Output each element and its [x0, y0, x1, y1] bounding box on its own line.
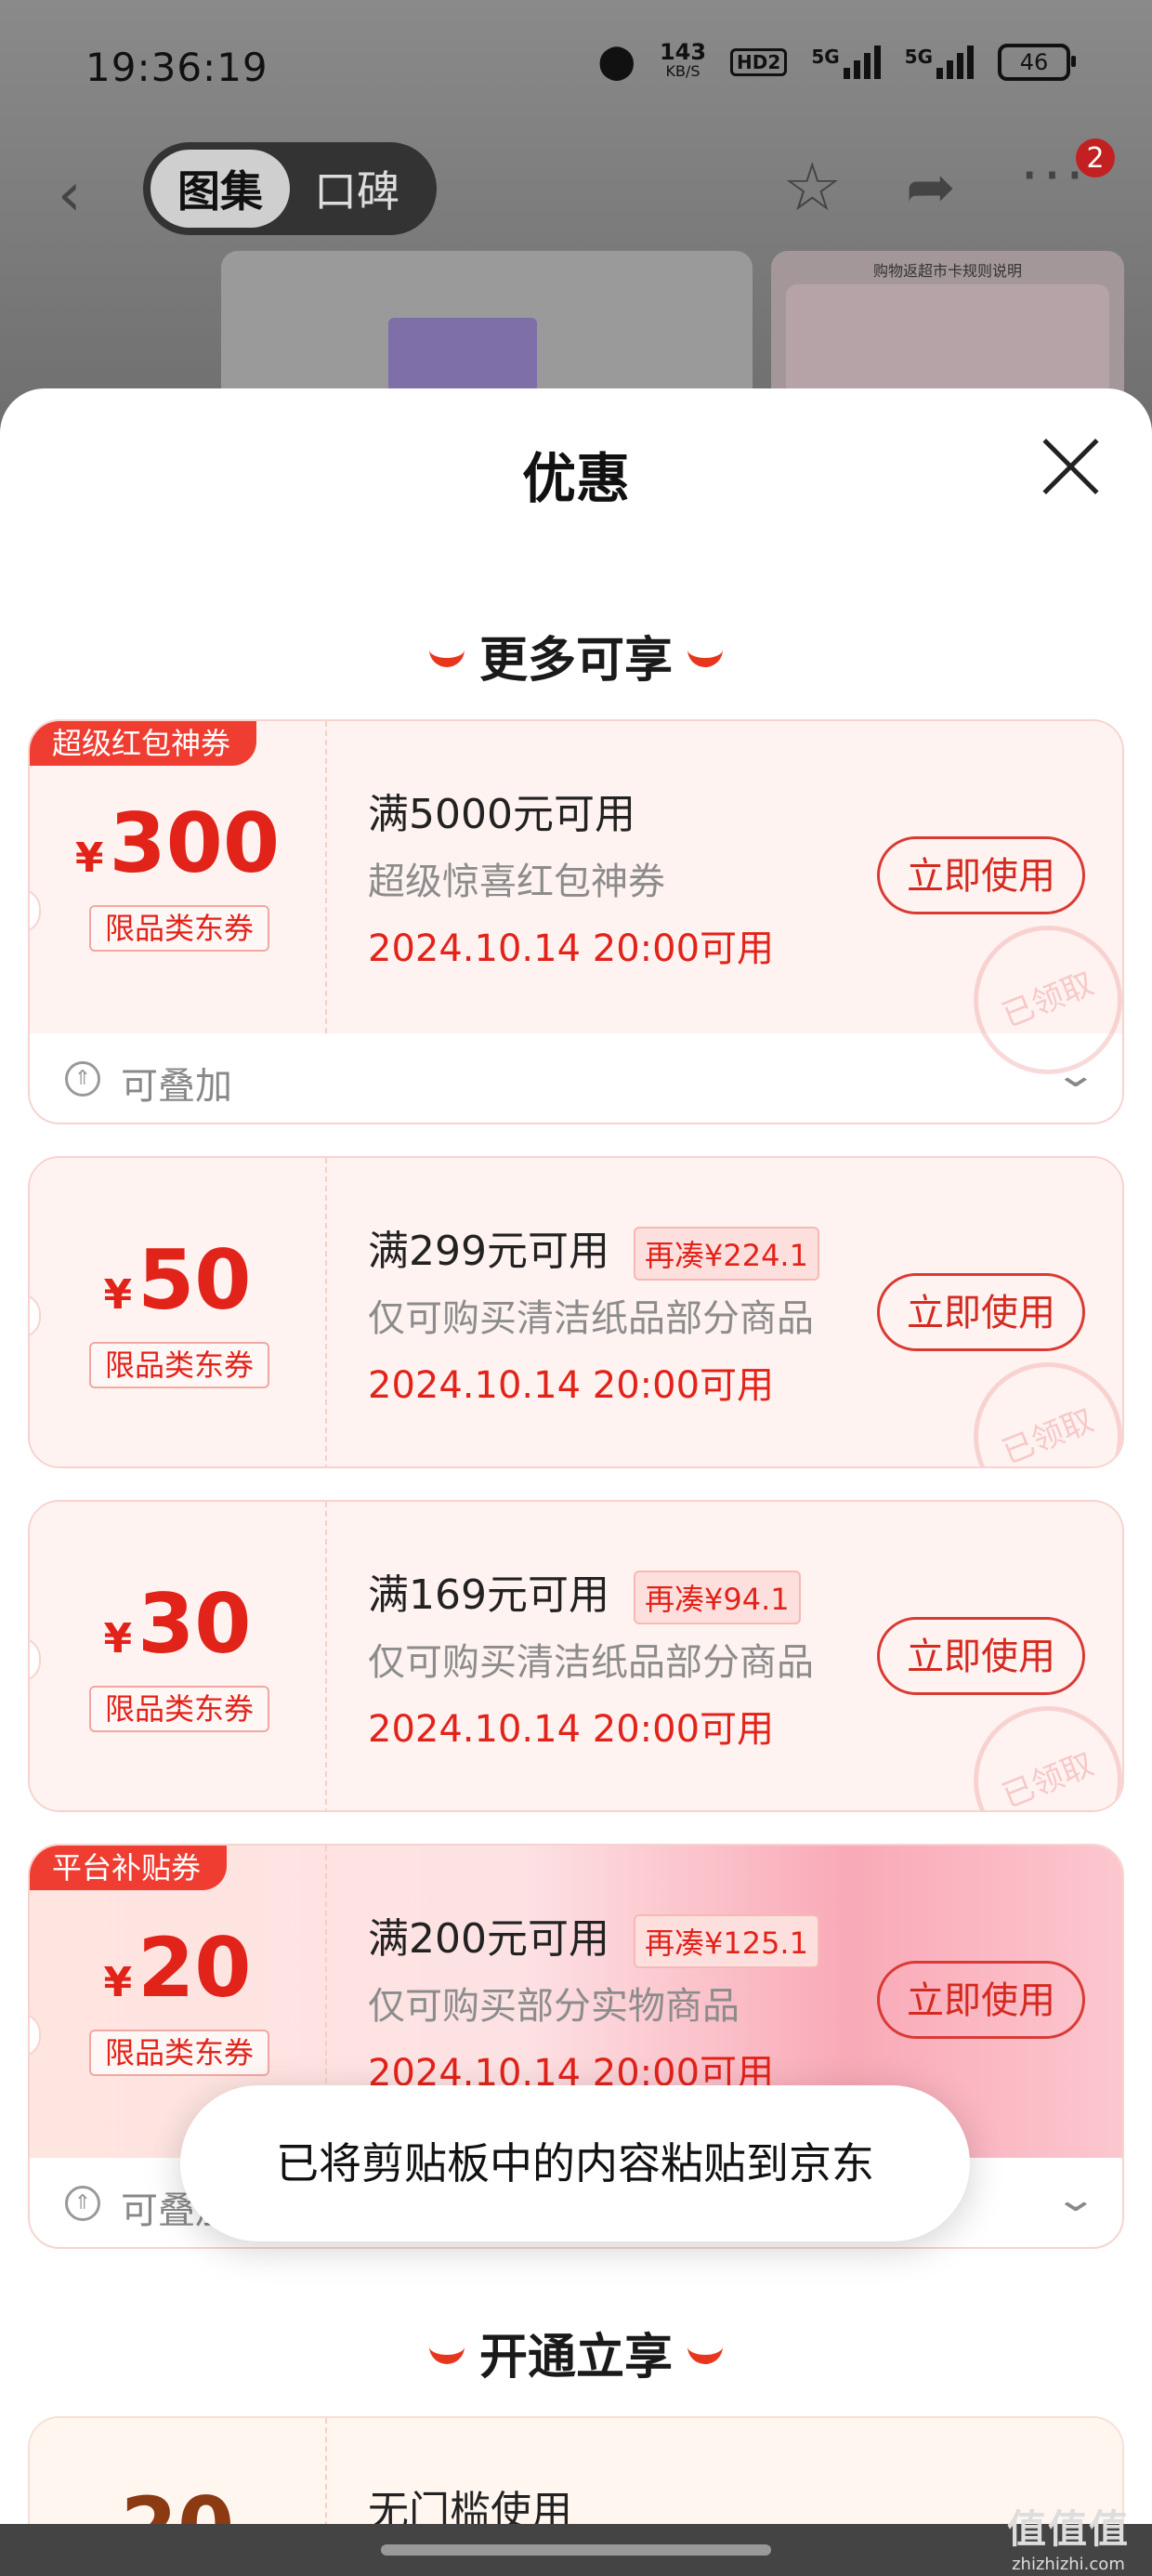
- condition-text: 满5000元可用: [368, 791, 635, 838]
- coupon-ribbon: 超级红包神券: [30, 721, 257, 766]
- coupon-desc: 超级惊喜红包神券: [368, 861, 665, 903]
- smile-icon: [428, 641, 465, 667]
- condition-text: 满299元可用: [368, 1228, 609, 1275]
- coupon-desc: 仅可购买部分实物商品: [368, 1985, 740, 2028]
- use-now-button[interactable]: 立即使用: [877, 1617, 1085, 1695]
- coupon-amount: ¥20: [30, 1920, 325, 2016]
- product-package: [388, 318, 537, 392]
- amount-value: 50: [137, 1232, 252, 1328]
- speed-value: 143: [659, 39, 707, 65]
- coupon-body: ¥30 限品类东券 满169元可用 再凑¥94.1 仅可购买清洁纸品部分商品 20…: [30, 1502, 1122, 1810]
- use-now-button[interactable]: 立即使用: [877, 1961, 1085, 2039]
- view-switch: 图集 口碑: [143, 142, 437, 235]
- coupon-limit-tag: 限品类东券: [89, 1342, 269, 1388]
- coupon-limit-tag: 限品类东券: [89, 905, 269, 952]
- sheet-title: 优惠: [521, 447, 630, 510]
- claimed-stamp: 已领取: [950, 1339, 1122, 1466]
- coupon-body: ¥50 限品类东券 满299元可用 再凑¥224.1 仅可购买清洁纸品部分商品 2…: [30, 1158, 1122, 1466]
- section-title: 更多可享: [478, 633, 673, 689]
- notification-badge: 2: [1076, 138, 1115, 177]
- condition-text: 满169元可用: [368, 1571, 609, 1619]
- remaining-tag: 再凑¥125.1: [633, 1914, 819, 1968]
- battery-icon: 46: [998, 43, 1076, 81]
- coupon-ribbon: 平台补贴券: [30, 1846, 228, 1890]
- coupon-footer[interactable]: ⇑ 可叠加 ⌄: [30, 1033, 1122, 1123]
- amount-value: 300: [109, 795, 281, 891]
- signal-bars-icon: [936, 45, 974, 79]
- condition-text: 满200元可用: [368, 1915, 609, 1963]
- coupon-amount: ¥30: [30, 1576, 325, 1672]
- network-speed: 143 KB/S: [659, 39, 707, 81]
- status-bar: 19:36:19 ⬤ 143 KB/S HD2 5G 5G 46: [0, 0, 1152, 130]
- signal-1: 5G: [811, 45, 881, 79]
- coupon-amount: ¥300: [30, 795, 325, 891]
- amount-value: 30: [137, 1576, 252, 1672]
- coupon-amount: ¥50: [30, 1232, 325, 1328]
- hd-icon: HD2: [730, 47, 788, 76]
- watermark-logo: 值值值 zhizhizhi.com: [1007, 2498, 1130, 2574]
- coupon-limit-tag: 限品类东券: [89, 2030, 269, 2076]
- section-title: 开通立享: [478, 2330, 673, 2385]
- coupon-date: 2024.10.14 20:00可用: [368, 927, 775, 970]
- currency: ¥: [103, 1959, 133, 2006]
- use-now-button[interactable]: 立即使用: [877, 836, 1085, 914]
- share-icon[interactable]: ➦: [906, 153, 956, 222]
- currency: ¥: [103, 1615, 133, 1663]
- promo-image-title: 购物返超市卡规则说明: [872, 262, 1022, 280]
- coupon-card: ¥30 限品类东券 满169元可用 再凑¥94.1 仅可购买清洁纸品部分商品 20…: [28, 1500, 1124, 1812]
- home-indicator[interactable]: [381, 2544, 771, 2556]
- coupon-condition: 满200元可用 再凑¥125.1: [368, 1905, 819, 1968]
- remaining-tag: 再凑¥224.1: [633, 1227, 819, 1281]
- signal-2: 5G: [904, 45, 974, 79]
- currency: ¥: [74, 835, 104, 882]
- watermark-text: 值值值: [1006, 2506, 1130, 2552]
- clipboard-toast: 已将剪贴板中的内容粘贴到京东: [180, 2085, 970, 2241]
- promo-image-card: [786, 284, 1109, 396]
- claimed-stamp: 已领取: [950, 1683, 1122, 1810]
- coupon-body: 超级红包神券 ¥300 限品类东券 满5000元可用 超级惊喜红包神券 2024…: [30, 721, 1122, 1097]
- stack-icon: ⇑: [65, 2186, 100, 2221]
- section-header-more: 更多可享: [0, 621, 1152, 690]
- smile-icon: [428, 2338, 465, 2364]
- smile-icon: [687, 2338, 723, 2364]
- coupon-condition: 满5000元可用: [368, 781, 635, 840]
- watermark-domain: zhizhizhi.com: [1012, 2555, 1125, 2574]
- net-label-1: 5G: [811, 45, 840, 68]
- net-label-2: 5G: [904, 45, 933, 68]
- stackable-label: 可叠加: [121, 1065, 232, 1108]
- use-now-button[interactable]: 立即使用: [877, 1273, 1085, 1351]
- status-icons: ⬤ 143 KB/S HD2 5G 5G 46: [597, 39, 1076, 81]
- product-nav: ‹ 图集 口碑 ☆ ➦ ··· 2: [0, 135, 1152, 237]
- stack-icon: ⇑: [65, 1061, 100, 1097]
- coupon-card: 超级红包神券 ¥300 限品类东券 满5000元可用 超级惊喜红包神券 2024…: [28, 719, 1124, 1124]
- section-header-membership: 开通立享: [0, 2318, 1152, 2387]
- remaining-tag: 再凑¥94.1: [633, 1571, 801, 1624]
- coupon-condition: 满169元可用 再凑¥94.1: [368, 1561, 801, 1624]
- coupon-condition: 满299元可用 再凑¥224.1: [368, 1217, 819, 1281]
- favorite-star-icon[interactable]: ☆: [782, 148, 843, 226]
- coupon-sheet: 优惠 更多可享 超级红包神券 ¥300 限品类东券 满5000元可用 超级惊喜红…: [0, 388, 1152, 2576]
- signal-bars-icon: [843, 45, 881, 79]
- coupon-date: 2024.10.14 20:00可用: [368, 1708, 775, 1751]
- smile-icon: [687, 641, 723, 667]
- coupon-limit-tag: 限品类东券: [89, 1686, 269, 1732]
- chevron-down-icon[interactable]: ⌄: [1054, 1054, 1098, 1095]
- chevron-down-icon[interactable]: ⌄: [1054, 2178, 1098, 2219]
- location-icon: ⬤: [597, 43, 635, 81]
- tab-gallery[interactable]: 图集: [151, 150, 290, 228]
- back-icon[interactable]: ‹: [58, 161, 82, 230]
- currency: ¥: [103, 1271, 133, 1319]
- close-icon[interactable]: [1037, 433, 1104, 500]
- coupon-card: ¥50 限品类东券 满299元可用 再凑¥224.1 仅可购买清洁纸品部分商品 2…: [28, 1156, 1124, 1468]
- status-time: 19:36:19: [85, 45, 268, 90]
- coupon-date: 2024.10.14 20:00可用: [368, 1364, 775, 1407]
- amount-value: 20: [137, 1920, 252, 2016]
- coupon-desc: 仅可购买清洁纸品部分商品: [368, 1641, 814, 1684]
- speed-unit: KB/S: [665, 62, 700, 80]
- coupon-desc: 仅可购买清洁纸品部分商品: [368, 1297, 814, 1340]
- tab-reviews[interactable]: 口碑: [314, 158, 399, 219]
- background-page: 19:36:19 ⬤ 143 KB/S HD2 5G 5G 46 ‹ 图集 口碑…: [0, 0, 1152, 427]
